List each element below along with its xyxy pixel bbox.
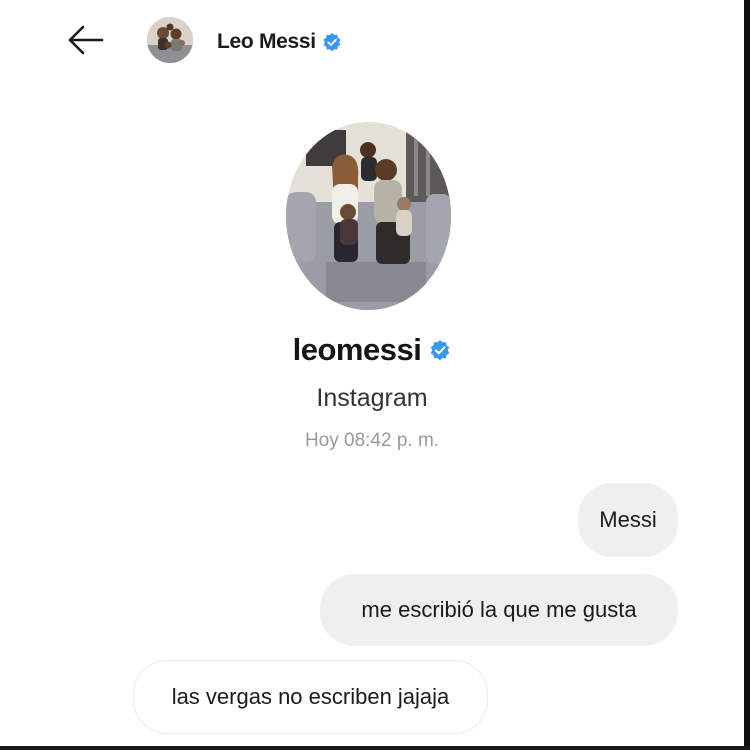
profile-photo[interactable]	[286, 122, 451, 310]
arrow-left-icon	[64, 20, 108, 60]
contact-title[interactable]: Leo Messi	[217, 27, 342, 57]
frame-edge	[0, 746, 750, 750]
verified-badge-icon	[429, 339, 451, 361]
back-button[interactable]	[64, 20, 108, 60]
profile-name-row: leomessi	[0, 332, 744, 368]
chat-header: Leo Messi	[0, 0, 744, 84]
message-timestamp: Hoy 08:42 p. m.	[304, 430, 440, 451]
contact-name: Leo Messi	[217, 30, 316, 53]
avatar[interactable]	[147, 17, 193, 63]
message-bubble-incoming[interactable]: las vergas no escriben jajaja	[133, 660, 488, 734]
profile-source: Instagram	[316, 384, 428, 412]
profile-username: leomessi	[292, 332, 422, 367]
verified-badge-icon	[322, 32, 342, 52]
frame-edge	[744, 0, 750, 750]
message-bubble-outgoing[interactable]: me escribió la que me gusta	[320, 574, 678, 646]
message-bubble-outgoing[interactable]: Messi	[578, 483, 678, 557]
